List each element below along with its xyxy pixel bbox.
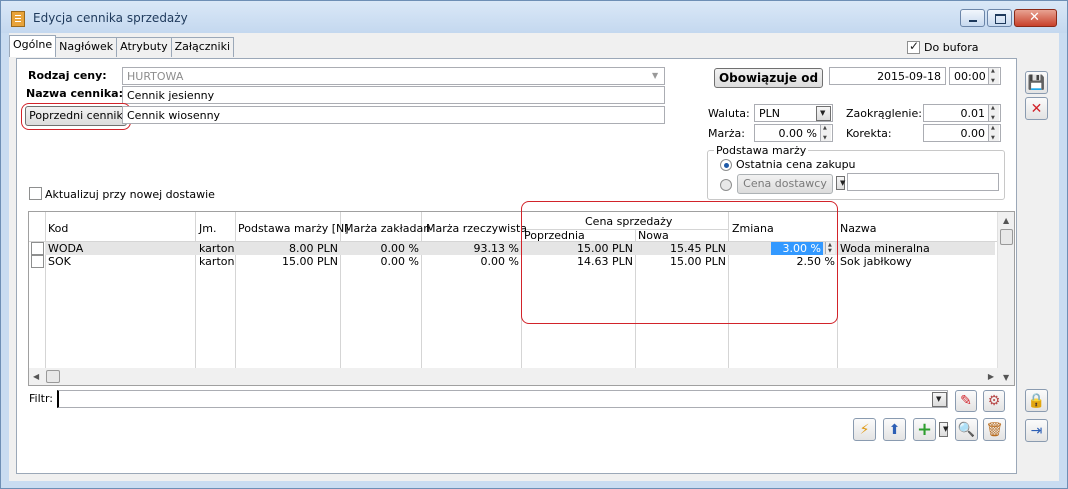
filter-input[interactable] — [57, 390, 948, 408]
cena-dostawcy-input[interactable] — [847, 173, 999, 191]
row-selector[interactable] — [31, 242, 44, 255]
vertical-scrollbar[interactable]: ▲ ▼ — [997, 212, 1014, 385]
aktualizuj-label: Aktualizuj przy nowej dostawie — [45, 188, 215, 201]
minimize-button[interactable] — [960, 9, 985, 27]
tab-ogolne[interactable]: Ogólne — [9, 35, 57, 57]
clear-filter-icon[interactable]: ✎ — [955, 390, 977, 412]
window-title: Edycja cennika sprzedaży — [33, 11, 188, 25]
poprzedni-cennik-input[interactable]: Cennik wiosenny — [122, 106, 665, 124]
cena-dostawcy-radio[interactable] — [720, 179, 732, 191]
cell-nazwa[interactable]: Sok jabłkowy — [840, 255, 912, 268]
filter-label: Filtr: — [29, 392, 53, 405]
col-kod-header[interactable]: Kod — [48, 222, 68, 235]
ostatnia-cena-radio[interactable] — [720, 159, 732, 171]
tab-zalaczniki[interactable]: Załączniki — [170, 37, 235, 57]
close-button[interactable] — [1014, 9, 1057, 27]
trash-icon[interactable]: 🗑 — [983, 418, 1006, 441]
zaokraglenie-spinner[interactable] — [988, 105, 999, 121]
filter-settings-icon[interactable]: ⚙ — [983, 390, 1005, 412]
col-nazwa-header[interactable]: Nazwa — [840, 222, 876, 235]
podstawa-marzy-title: Podstawa marży — [714, 144, 809, 157]
obowiazuje-od-button[interactable]: Obowiązuje od — [714, 68, 823, 88]
date-input[interactable]: 2015-09-18 — [829, 67, 946, 85]
highlight-poprzedni — [21, 103, 131, 130]
time-spinner[interactable] — [988, 68, 999, 84]
cell-kod[interactable]: SOK — [48, 255, 71, 268]
cancel-icon[interactable]: ✕ — [1025, 97, 1048, 120]
tab-naglowek[interactable]: Nagłówek — [55, 37, 118, 57]
marza-spinner[interactable] — [820, 125, 831, 141]
cena-dostawcy-chevron-down-icon[interactable] — [836, 176, 845, 190]
cell-podstawa[interactable]: 8.00 PLN — [236, 242, 338, 255]
waluta-chevron-down-icon[interactable] — [816, 106, 831, 121]
cell-marza-rzeczywista[interactable]: 0.00 % — [422, 255, 519, 268]
cell-nazwa[interactable]: Woda mineralna — [840, 242, 930, 255]
korekta-spinner[interactable] — [988, 125, 999, 141]
nazwa-cennika-input[interactable]: Cennik jesienny — [122, 86, 665, 104]
nazwa-cennika-label: Nazwa cennika: — [26, 87, 123, 100]
cell-kod[interactable]: WODA — [48, 242, 83, 255]
korekta-label: Korekta: — [846, 127, 892, 140]
lightning-icon[interactable]: ⚡ — [853, 418, 876, 441]
col-marza-zakladana-header[interactable]: Marża zakładan — [344, 222, 430, 235]
rodzaj-ceny-select[interactable]: HURTOWA — [122, 67, 665, 85]
save-icon[interactable]: 💾 — [1025, 71, 1048, 94]
pin-icon[interactable]: ⇥ — [1025, 419, 1048, 442]
do-bufora-label: Do bufora — [924, 41, 979, 54]
col-marza-rzeczywista-header[interactable]: Marża rzeczywista — [426, 222, 527, 235]
do-bufora-checkbox[interactable] — [907, 39, 920, 54]
cena-dostawcy-button[interactable]: Cena dostawcy — [737, 174, 833, 194]
row-selector[interactable] — [31, 255, 44, 268]
highlight-cena-sprzedazy — [521, 201, 838, 324]
ostatnia-cena-label: Ostatnia cena zakupu — [736, 158, 856, 171]
export-icon[interactable]: ⬆ — [883, 418, 906, 441]
marza-label: Marża: — [708, 127, 745, 140]
zaokraglenie-label: Zaokrąglenie: — [846, 107, 922, 120]
col-podstawa-header[interactable]: Podstawa marży [N] — [238, 222, 349, 235]
search-icon[interactable]: 🔍 — [955, 418, 978, 441]
app-icon — [11, 11, 25, 27]
cell-podstawa[interactable]: 15.00 PLN — [236, 255, 338, 268]
window: Edycja cennika sprzedaży Ogólne Nagłówek… — [0, 0, 1068, 489]
col-jm-header[interactable]: Jm. — [199, 222, 216, 235]
rodzaj-chevron-down-icon: ▼ — [652, 71, 659, 80]
cell-marza-zakladana[interactable]: 0.00 % — [341, 242, 419, 255]
cell-marza-zakladana[interactable]: 0.00 % — [341, 255, 419, 268]
cell-jm[interactable]: karton — [199, 255, 234, 268]
add-chevron-down-icon[interactable] — [939, 422, 948, 437]
waluta-label: Waluta: — [708, 107, 750, 120]
cell-marza-rzeczywista[interactable]: 93.13 % — [422, 242, 519, 255]
tab-atrybuty[interactable]: Atrybuty — [116, 37, 172, 57]
horizontal-scrollbar[interactable]: ◀ ▶ — [29, 368, 998, 385]
cell-jm[interactable]: karton — [199, 242, 234, 255]
title-bar: Edycja cennika sprzedaży — [1, 1, 1067, 33]
rodzaj-ceny-label: Rodzaj ceny: — [28, 69, 107, 82]
filter-chevron-down-icon[interactable] — [932, 392, 947, 407]
tab-bar: Ogólne Nagłówek Atrybuty Załączniki — [9, 35, 235, 57]
aktualizuj-checkbox[interactable] — [29, 187, 42, 200]
maximize-button[interactable] — [987, 9, 1012, 27]
add-icon[interactable]: + — [913, 418, 936, 441]
lock-icon[interactable]: 🔒 — [1025, 389, 1048, 412]
